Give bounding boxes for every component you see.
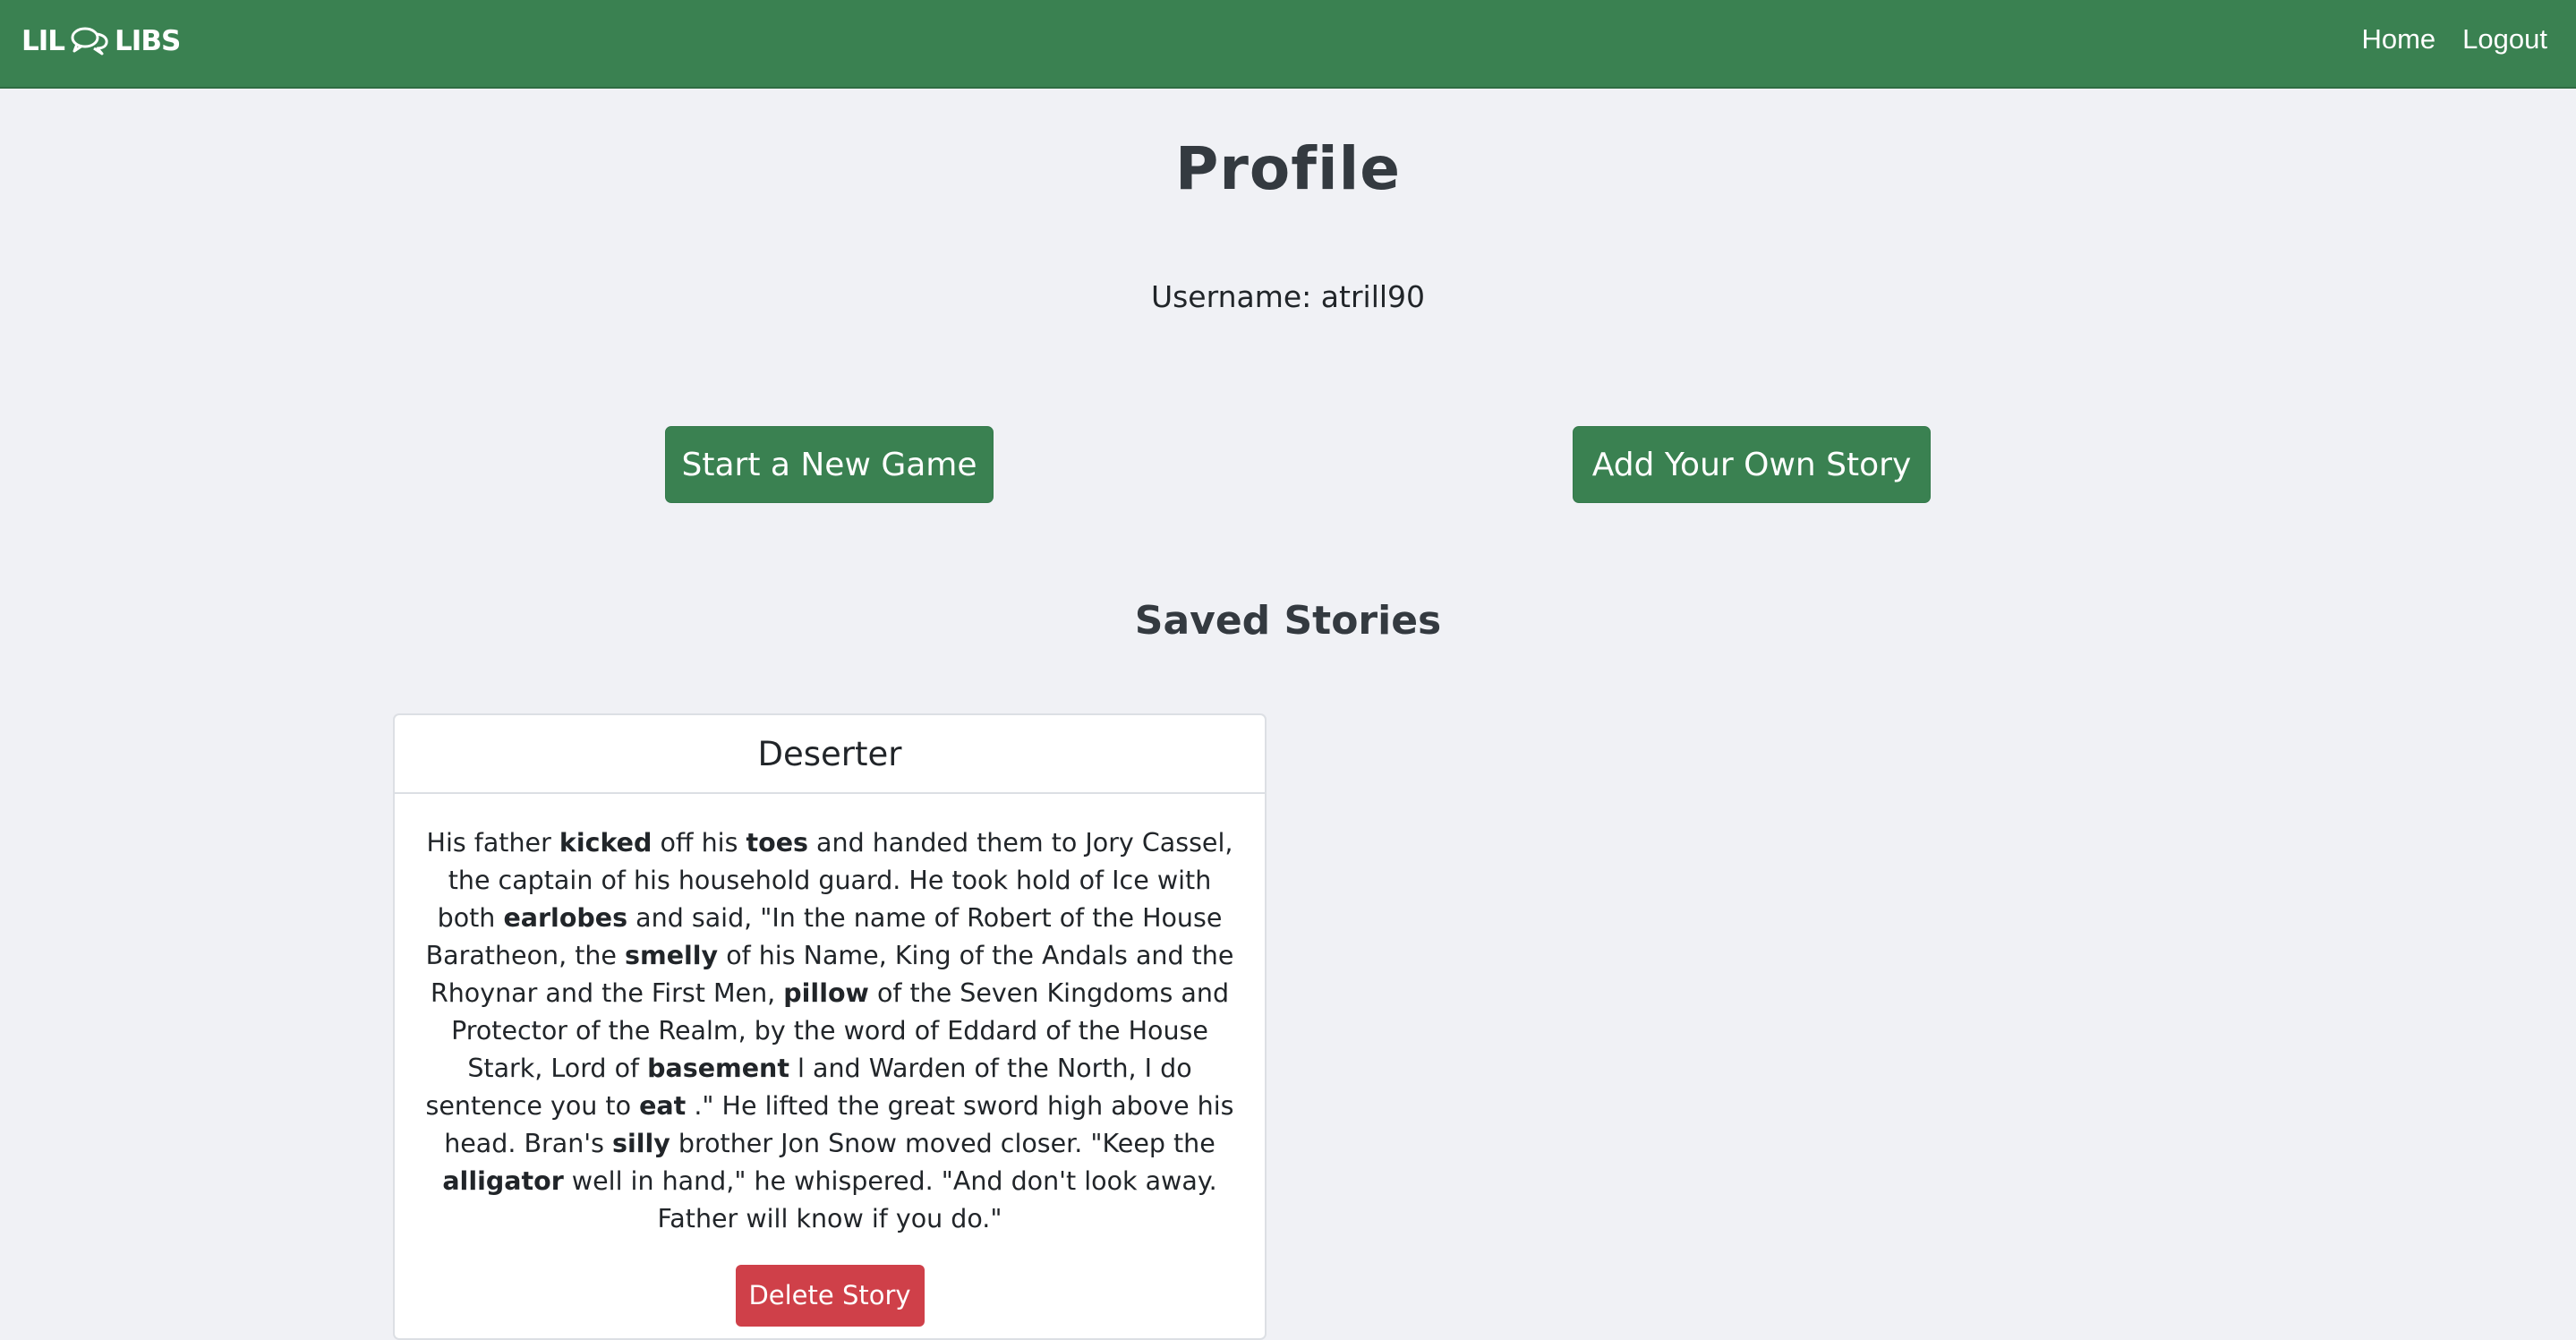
filled-word: earlobes xyxy=(503,903,628,933)
page-title: Profile xyxy=(1175,134,1401,203)
filled-word: pillow xyxy=(783,978,869,1008)
filled-word: toes xyxy=(746,828,809,858)
nav-link-logout[interactable]: Logout xyxy=(2462,23,2547,55)
filled-word: basement xyxy=(647,1054,789,1083)
story-title: Deserter xyxy=(395,715,1265,794)
filled-word: smelly xyxy=(625,941,719,970)
filled-word: alligator xyxy=(442,1166,564,1196)
username-label: Username: xyxy=(1150,279,1312,314)
story-fragment: well in hand," he whispered. "And don't … xyxy=(563,1166,1217,1233)
top-navbar: LIL LIBS Home Logout xyxy=(0,0,2576,89)
filled-word: silly xyxy=(612,1129,670,1158)
story-card: Deserter His father kicked off his toes … xyxy=(393,713,1267,1340)
brand-text-left: LIL xyxy=(21,25,65,57)
start-new-game-button[interactable]: Start a New Game xyxy=(665,426,994,503)
brand-logo[interactable]: LIL LIBS xyxy=(21,21,181,61)
story-fragment: brother Jon Snow moved closer. "Keep the xyxy=(670,1129,1215,1158)
story-body: His father kicked off his toes and hande… xyxy=(395,794,1265,1327)
nav-links: Home Logout xyxy=(2361,23,2547,55)
story-fragment: off his xyxy=(652,828,746,858)
username-value: atrill90 xyxy=(1320,279,1426,314)
nav-link-home[interactable]: Home xyxy=(2361,23,2435,55)
brand-text-right: LIBS xyxy=(115,25,181,57)
filled-word: kicked xyxy=(559,828,653,858)
story-text: His father kicked off his toes and hande… xyxy=(422,824,1238,1238)
saved-stories-heading: Saved Stories xyxy=(1134,598,1442,644)
filled-word: eat xyxy=(639,1091,687,1121)
chat-bubbles-icon xyxy=(71,27,108,55)
add-own-story-button[interactable]: Add Your Own Story xyxy=(1573,426,1931,503)
delete-story-button[interactable]: Delete Story xyxy=(735,1265,925,1327)
story-fragment: His father xyxy=(426,828,559,858)
username-line: Username: atrill90 xyxy=(0,279,2576,314)
